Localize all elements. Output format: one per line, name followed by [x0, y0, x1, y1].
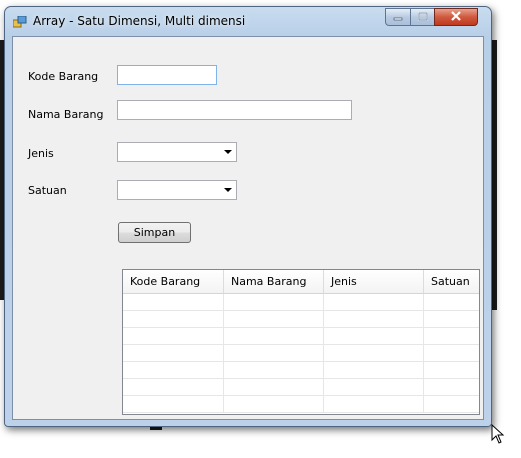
table-cell[interactable] [123, 396, 224, 413]
table-cell[interactable] [224, 311, 324, 328]
table-cell[interactable] [324, 345, 424, 362]
window-title: Array - Satu Dimensi, Multi dimensi [33, 14, 246, 28]
form-client-area: Kode Barang Nama Barang Jenis Satuan Sim… [12, 36, 484, 420]
table-row[interactable] [123, 362, 479, 379]
table-cell[interactable] [224, 362, 324, 379]
maximize-icon [417, 11, 428, 24]
table-row[interactable] [123, 379, 479, 396]
table-cell[interactable] [324, 311, 424, 328]
table-row[interactable] [123, 311, 479, 328]
table-cell[interactable] [324, 294, 424, 311]
background-strip-right [492, 40, 497, 310]
minimize-button[interactable] [385, 8, 411, 26]
table-cell[interactable] [424, 379, 479, 396]
simpan-button[interactable]: Simpan [118, 222, 191, 243]
column-header-kode-barang[interactable]: Kode Barang [123, 270, 224, 294]
close-button[interactable] [434, 8, 478, 26]
satuan-label: Satuan [28, 184, 67, 197]
table-row[interactable] [123, 328, 479, 345]
column-header-jenis[interactable]: Jenis [324, 270, 424, 294]
table-cell[interactable] [224, 328, 324, 345]
table-cell[interactable] [324, 362, 424, 379]
mouse-cursor-icon [491, 423, 505, 447]
table-cell[interactable] [424, 362, 479, 379]
table-cell[interactable] [123, 328, 224, 345]
kode-barang-label: Kode Barang [28, 70, 99, 83]
table-cell[interactable] [324, 379, 424, 396]
table-cell[interactable] [224, 379, 324, 396]
table-cell[interactable] [424, 294, 479, 311]
column-header-satuan[interactable]: Satuan [424, 270, 479, 294]
table-cell[interactable] [424, 311, 479, 328]
chevron-down-icon[interactable] [224, 188, 232, 192]
table-cell[interactable] [324, 328, 424, 345]
kode-barang-input[interactable] [117, 65, 217, 85]
table-cell[interactable] [123, 345, 224, 362]
data-grid[interactable]: Kode Barang Nama Barang Jenis Satuan [122, 269, 480, 415]
table-cell[interactable] [424, 328, 479, 345]
table-cell[interactable] [224, 294, 324, 311]
title-bar[interactable]: Array - Satu Dimensi, Multi dimensi [5, 7, 491, 35]
table-cell[interactable] [123, 362, 224, 379]
nama-barang-input[interactable] [117, 100, 352, 120]
maximize-button[interactable] [410, 8, 435, 26]
table-cell[interactable] [123, 311, 224, 328]
main-window: Array - Satu Dimensi, Multi dimensi Kode… [4, 6, 492, 427]
table-cell[interactable] [123, 294, 224, 311]
minimize-icon [393, 11, 403, 24]
chevron-down-icon[interactable] [224, 150, 232, 154]
jenis-dropdown[interactable] [117, 142, 237, 162]
table-cell[interactable] [424, 396, 479, 413]
nama-barang-label: Nama Barang [28, 108, 104, 121]
table-row[interactable] [123, 294, 479, 311]
app-icon[interactable] [12, 15, 27, 28]
table-cell[interactable] [224, 345, 324, 362]
table-row[interactable] [123, 396, 479, 413]
grid-header-row: Kode Barang Nama Barang Jenis Satuan [123, 270, 479, 294]
table-cell[interactable] [123, 379, 224, 396]
table-row[interactable] [123, 345, 479, 362]
table-cell[interactable] [324, 396, 424, 413]
simpan-button-label: Simpan [133, 226, 176, 239]
table-cell[interactable] [224, 396, 324, 413]
close-icon [450, 10, 462, 24]
satuan-dropdown[interactable] [117, 180, 237, 200]
column-header-nama-barang[interactable]: Nama Barang [224, 270, 324, 294]
table-cell[interactable] [424, 345, 479, 362]
jenis-label: Jenis [28, 147, 54, 160]
